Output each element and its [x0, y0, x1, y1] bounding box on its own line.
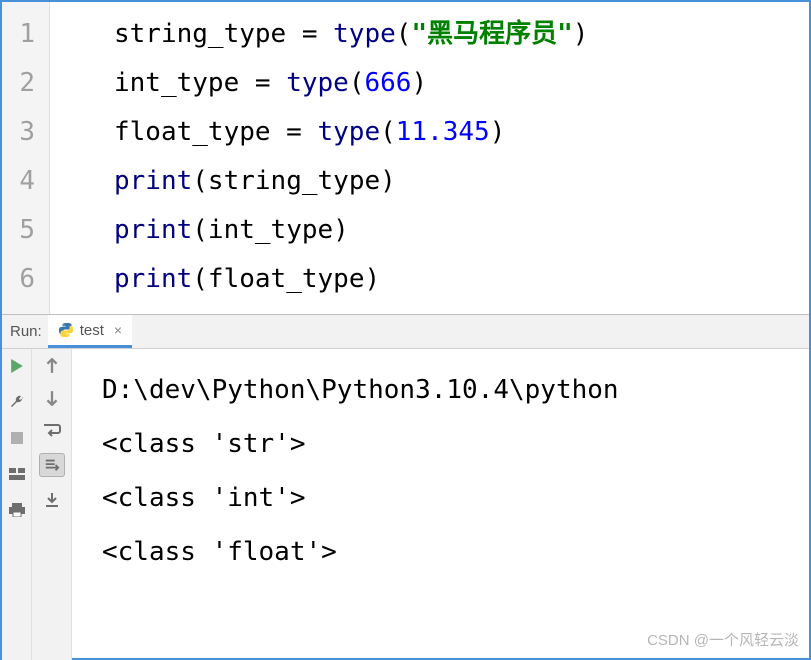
- print-icon[interactable]: [8, 501, 26, 519]
- layout-icon[interactable]: [8, 465, 26, 483]
- console-line: <class 'float'>: [102, 525, 809, 579]
- gutter-line: 2: [2, 59, 49, 108]
- run-header: Run: test ×: [2, 315, 809, 349]
- code-line[interactable]: float_type = type(11.345): [114, 108, 809, 157]
- watermark: CSDN @一个风轻云淡: [647, 629, 799, 650]
- editor-pane: 123456 string_type = type("黑马程序员")int_ty…: [2, 2, 809, 315]
- down-arrow-icon[interactable]: [43, 389, 61, 407]
- code-line[interactable]: print(float_type): [114, 255, 809, 304]
- close-icon[interactable]: ×: [110, 322, 122, 338]
- scroll-to-end-icon[interactable]: [39, 453, 65, 477]
- code-editor[interactable]: string_type = type("黑马程序员")int_type = ty…: [50, 2, 809, 314]
- rerun-icon[interactable]: [8, 357, 26, 375]
- console-line: <class 'str'>: [102, 417, 809, 471]
- python-icon: [58, 322, 74, 338]
- wrench-icon[interactable]: [8, 393, 26, 411]
- gutter-line: 4: [2, 157, 49, 206]
- run-toolbar-secondary: [32, 349, 72, 660]
- run-toolbar-primary: [2, 349, 32, 660]
- console-output[interactable]: D:\dev\Python\Python3.10.4\python<class …: [72, 349, 809, 660]
- code-line[interactable]: int_type = type(666): [114, 59, 809, 108]
- console-line: <class 'int'>: [102, 471, 809, 525]
- run-panel: Run: test ×: [2, 315, 809, 660]
- run-label: Run:: [2, 323, 48, 340]
- stop-icon[interactable]: [8, 429, 26, 447]
- code-line[interactable]: string_type = type("黑马程序员"): [114, 10, 809, 59]
- gutter-line: 3: [2, 108, 49, 157]
- console-line: D:\dev\Python\Python3.10.4\python: [102, 363, 809, 417]
- run-tab-label: test: [80, 322, 104, 339]
- up-arrow-icon[interactable]: [43, 357, 61, 375]
- gutter-line: 5: [2, 206, 49, 255]
- soft-wrap-icon[interactable]: [43, 421, 61, 439]
- line-gutter: 123456: [2, 2, 50, 314]
- gutter-line: 1: [2, 10, 49, 59]
- run-tab-test[interactable]: test ×: [48, 315, 132, 348]
- code-line[interactable]: print(int_type): [114, 206, 809, 255]
- gutter-line: 6: [2, 255, 49, 304]
- code-line[interactable]: print(string_type): [114, 157, 809, 206]
- run-body: D:\dev\Python\Python3.10.4\python<class …: [2, 349, 809, 660]
- export-icon[interactable]: [43, 491, 61, 509]
